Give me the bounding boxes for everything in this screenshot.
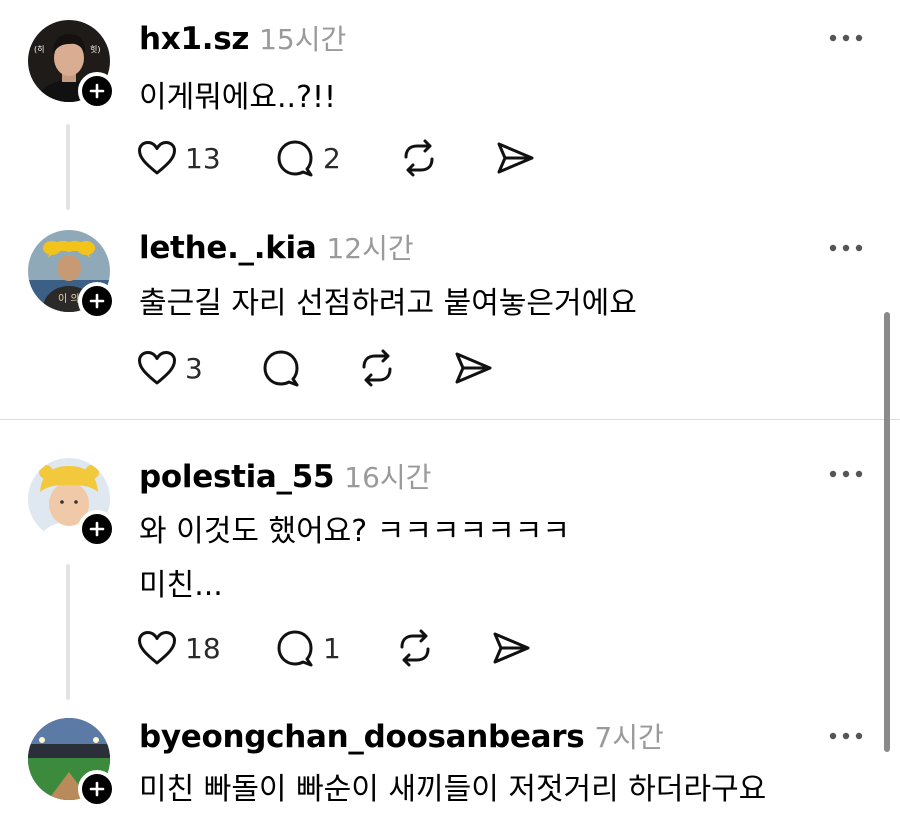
username[interactable]: byeongchan_doosanbears xyxy=(139,719,585,755)
avatar-container[interactable] xyxy=(28,718,116,808)
more-icon[interactable] xyxy=(828,729,864,743)
follow-button[interactable] xyxy=(78,72,116,110)
share-button[interactable] xyxy=(453,347,493,389)
thread-line xyxy=(66,124,70,210)
reply-button[interactable]: 1 xyxy=(275,627,341,669)
post-header: polestia_55 16시간 xyxy=(139,456,431,496)
timestamp: 12시간 xyxy=(326,232,414,265)
post-header: byeongchan_doosanbears 7시간 xyxy=(139,716,664,756)
post-text: 출근길 자리 선점하려고 붙여놓은거에요 xyxy=(139,286,637,321)
follow-button[interactable] xyxy=(78,282,116,320)
send-icon xyxy=(493,632,530,664)
avatar-container[interactable]: (히 힛) xyxy=(28,20,116,110)
repost-icon xyxy=(404,139,434,177)
like-count: 13 xyxy=(185,141,221,175)
post: byeongchan_doosanbears 7시간 미친 빠돌이 빠순이 새끼… xyxy=(0,700,900,818)
plus-icon xyxy=(89,781,105,797)
reply-button[interactable] xyxy=(261,347,301,389)
heart-icon xyxy=(138,351,176,385)
avatar-container[interactable]: 이 의 xyxy=(28,230,116,320)
like-count: 3 xyxy=(185,351,203,385)
plus-icon xyxy=(89,83,105,99)
timestamp: 7시간 xyxy=(594,721,664,754)
heart-icon xyxy=(138,141,176,175)
post-text: 미친 빠돌이 빠순이 새끼들이 저젓거리 하더라구요 xyxy=(139,772,767,807)
repost-button[interactable] xyxy=(399,137,439,179)
avatar-caption-right: 힛) xyxy=(90,44,100,54)
like-button[interactable]: 18 xyxy=(137,627,221,669)
post-header: lethe._.kia 12시간 xyxy=(139,227,414,267)
avatar-caption-left: (히 xyxy=(34,44,44,54)
more-icon[interactable] xyxy=(828,31,864,45)
avatar-container[interactable] xyxy=(28,458,116,548)
repost-icon xyxy=(400,629,430,667)
username[interactable]: hx1.sz xyxy=(139,21,249,57)
plus-icon xyxy=(89,521,105,537)
repost-button[interactable] xyxy=(395,627,435,669)
like-button[interactable]: 13 xyxy=(137,137,221,179)
send-icon xyxy=(455,352,492,384)
send-icon xyxy=(497,142,534,174)
reply-count: 1 xyxy=(323,631,341,665)
like-button[interactable]: 3 xyxy=(137,347,203,389)
more-icon[interactable] xyxy=(828,467,864,481)
share-button[interactable] xyxy=(491,627,531,669)
heart-icon xyxy=(138,631,176,665)
follow-button[interactable] xyxy=(78,510,116,548)
timestamp: 16시간 xyxy=(344,461,432,494)
post-text: 미친... xyxy=(139,568,223,603)
post-text: 이게뭐에요..?!! xyxy=(139,80,337,115)
avatar-jersey-text: 이 의 xyxy=(58,293,80,305)
post-header: hx1.sz 15시간 xyxy=(139,18,346,58)
like-count: 18 xyxy=(185,631,221,665)
more-icon[interactable] xyxy=(828,241,864,255)
username[interactable]: lethe._.kia xyxy=(139,230,317,266)
post-text: 와 이것도 했어요? ㅋㅋㅋㅋㅋㅋㅋ xyxy=(139,514,570,549)
post: (히 힛) hx1.sz 15시간 이게뭐에요..?!! 13 2 xyxy=(0,0,900,210)
plus-icon xyxy=(89,293,105,309)
comment-icon xyxy=(277,140,313,177)
repost-icon xyxy=(362,349,392,387)
scrollbar[interactable] xyxy=(884,312,890,752)
post: 이 의 lethe._.kia 12시간 출근길 자리 선점하려고 붙여놓은거에… xyxy=(0,210,900,419)
username[interactable]: polestia_55 xyxy=(139,459,335,495)
timestamp: 15시간 xyxy=(259,23,347,56)
thread-line xyxy=(66,564,70,700)
share-button[interactable] xyxy=(495,137,535,179)
follow-button[interactable] xyxy=(78,770,116,808)
reply-count: 2 xyxy=(323,141,341,175)
repost-button[interactable] xyxy=(357,347,397,389)
post: polestia_55 16시간 와 이것도 했어요? ㅋㅋㅋㅋㅋㅋㅋ 미친..… xyxy=(0,420,900,700)
comment-icon xyxy=(263,350,299,387)
comment-icon xyxy=(277,630,313,667)
reply-button[interactable]: 2 xyxy=(275,137,341,179)
